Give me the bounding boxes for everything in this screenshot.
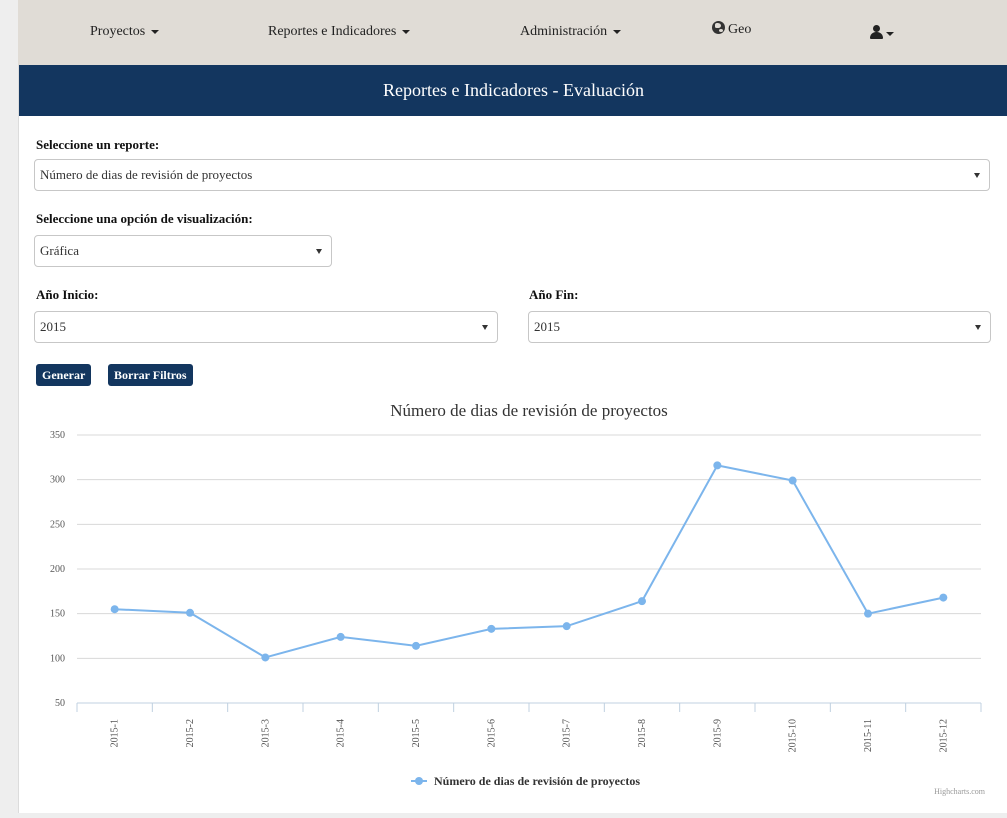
nav-reportes-label: Reportes e Indicadores [268, 24, 397, 39]
x-tick-label: 2015-1 [110, 719, 121, 747]
x-tick-label: 2015-4 [336, 719, 347, 747]
x-tick-label: 2015-5 [411, 719, 422, 747]
chart-title: Número de dias de revisión de proyectos [390, 401, 668, 420]
report-panel: Reportes e Indicadores - Evaluación Sele… [18, 65, 1007, 813]
data-point [110, 605, 119, 614]
view-select-value: Gráfica [40, 243, 79, 258]
data-point [713, 461, 722, 470]
y-tick-label: 50 [55, 698, 65, 709]
x-tick-label: 2015-11 [863, 719, 874, 752]
view-select[interactable]: Gráfica [34, 235, 332, 267]
end-year-select[interactable]: 2015 [528, 311, 991, 343]
x-tick-label: 2015-7 [562, 719, 573, 747]
y-tick-label: 200 [50, 564, 65, 575]
y-tick-label: 300 [50, 475, 65, 486]
report-select-value: Número de dias de revisión de proyectos [40, 167, 253, 182]
data-point [487, 624, 496, 633]
x-tick-label: 2015-12 [938, 719, 949, 752]
data-point [412, 641, 420, 650]
x-tick-label: 2015-6 [486, 719, 497, 747]
data-point [336, 632, 345, 641]
caret-down-icon [151, 29, 160, 34]
data-point [638, 597, 646, 606]
nav-user[interactable] [870, 25, 894, 42]
panel-title: Reportes e Indicadores - Evaluación [19, 65, 1007, 116]
user-icon [870, 25, 883, 39]
data-point [864, 609, 872, 618]
report-select[interactable]: Número de dias de revisión de proyectos [34, 159, 990, 191]
start-year-value: 2015 [40, 319, 66, 334]
x-tick-label: 2015-3 [260, 719, 271, 747]
clear-filters-button[interactable]: Borrar Filtros [108, 364, 193, 386]
data-point [562, 622, 571, 631]
nav-geo-label: Geo [728, 22, 752, 37]
data-point [261, 653, 270, 662]
end-year-value: 2015 [534, 319, 560, 334]
y-tick-label: 350 [50, 430, 65, 441]
legend-label: Número de dias de revisión de proyectos [434, 774, 640, 788]
chart-credits: Highcharts.com [934, 787, 986, 796]
caret-down-icon [613, 29, 622, 34]
legend-marker [415, 777, 423, 785]
nav-administracion[interactable]: Administración [520, 24, 622, 40]
caret-down-icon [402, 29, 411, 34]
start-year-select[interactable]: 2015 [34, 311, 498, 343]
series-line [114, 464, 944, 659]
x-tick-label: 2015-10 [788, 719, 799, 752]
y-tick-label: 250 [50, 519, 65, 530]
y-tick-label: 100 [50, 653, 65, 664]
y-tick-label: 150 [50, 609, 65, 620]
select-arrow-icon [482, 325, 488, 330]
view-select-label: Seleccione una opción de visualización: [36, 211, 253, 226]
x-tick-label: 2015-2 [185, 719, 196, 747]
nav-administracion-label: Administración [520, 24, 608, 39]
top-navbar: Proyectos Reportes e Indicadores Adminis… [18, 0, 1007, 66]
x-tick-label: 2015-9 [712, 719, 723, 747]
end-year-label: Año Fin: [529, 287, 579, 302]
select-arrow-icon [974, 173, 980, 178]
data-point [939, 593, 948, 602]
nav-geo[interactable]: Geo [712, 21, 751, 38]
data-point [788, 476, 797, 485]
globe-icon [712, 21, 725, 34]
nav-reportes[interactable]: Reportes e Indicadores [268, 24, 411, 40]
select-arrow-icon [316, 249, 322, 254]
caret-down-icon [886, 31, 894, 36]
generate-button[interactable]: Generar [36, 364, 92, 386]
x-tick-label: 2015-8 [637, 719, 648, 747]
nav-proyectos-label: Proyectos [90, 24, 146, 39]
chart-svg: Número de dias de revisión de proyectos 3… [50, 401, 986, 796]
select-arrow-icon [975, 325, 981, 330]
line-chart: Número de dias de revisión de proyectos 3… [19, 390, 1007, 813]
data-point [186, 608, 194, 617]
start-year-label: Año Inicio: [36, 287, 99, 302]
nav-proyectos[interactable]: Proyectos [90, 24, 160, 40]
report-select-label: Seleccione un reporte: [36, 137, 160, 152]
